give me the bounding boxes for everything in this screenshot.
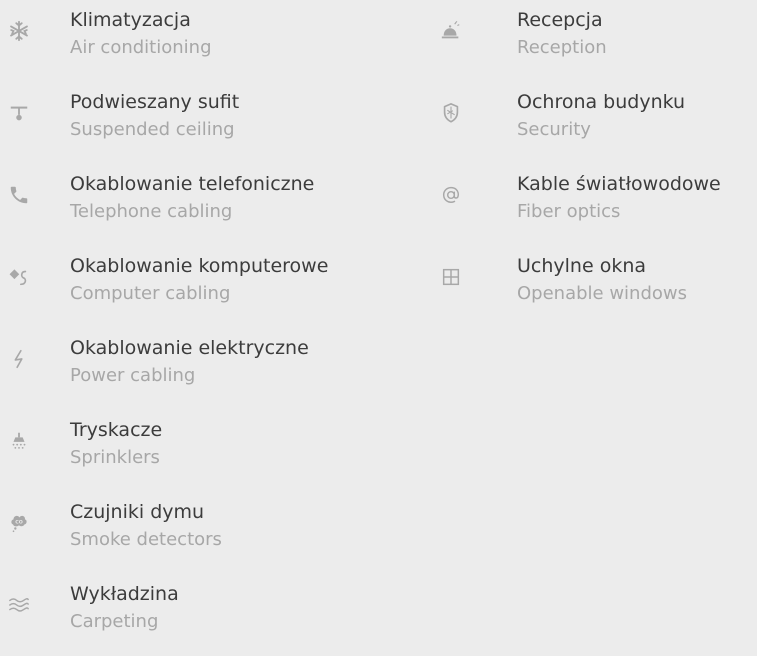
feature-subtitle: Suspended ceiling <box>70 119 235 140</box>
snowflake-icon <box>4 16 34 46</box>
feature-title: Okablowanie komputerowe <box>70 255 329 277</box>
feature-title: Okablowanie telefoniczne <box>70 173 315 195</box>
feature-subtitle: Computer cabling <box>70 283 231 304</box>
feature-fiber-optics: Kable światłowodowe Fiber optics <box>430 164 757 246</box>
feature-title: Czujniki dymu <box>70 501 205 523</box>
feature-subtitle: Carpeting <box>70 611 159 632</box>
feature-subtitle: Openable windows <box>517 283 687 304</box>
feature-subtitle: Sprinklers <box>70 447 160 468</box>
feature-title: Tryskacze <box>70 419 163 441</box>
window-icon <box>436 262 466 292</box>
feature-title: Kable światłowodowe <box>517 173 721 195</box>
feature-sprinklers: Tryskacze Sprinklers <box>0 410 430 492</box>
shield-icon <box>436 98 466 128</box>
feature-subtitle: Power cabling <box>70 365 196 386</box>
phone-icon <box>4 180 34 210</box>
feature-title: Podwieszany sufit <box>70 91 240 113</box>
feature-suspended-ceiling: Podwieszany sufit Suspended ceiling <box>0 82 430 164</box>
ceiling-lamp-icon <box>4 98 34 128</box>
feature-air-conditioning: Klimatyzacja Air conditioning <box>0 0 430 82</box>
feature-title: Okablowanie elektryczne <box>70 337 309 359</box>
feature-title: Ochrona budynku <box>517 91 686 113</box>
feature-title: Recepcja <box>517 9 603 31</box>
feature-reception: Recepcja Reception <box>430 0 757 82</box>
reception-bell-icon <box>436 16 466 46</box>
feature-title: Uchylne okna <box>517 255 647 277</box>
feature-carpeting: Wykładzina Carpeting <box>0 574 430 656</box>
lightning-icon <box>4 344 34 374</box>
waves-icon <box>4 590 34 620</box>
feature-subtitle: Telephone cabling <box>70 201 233 222</box>
feature-title: Klimatyzacja <box>70 9 191 31</box>
feature-smoke-detectors: CO Czujniki dymu Smoke detectors <box>0 492 430 574</box>
cable-plug-icon <box>4 262 34 292</box>
sprinkler-icon <box>4 426 34 456</box>
feature-subtitle: Smoke detectors <box>70 529 222 550</box>
feature-power-cabling: Okablowanie elektryczne Power cabling <box>0 328 430 410</box>
feature-openable-windows: Uchylne okna Openable windows <box>430 246 757 328</box>
feature-subtitle: Fiber optics <box>517 201 621 222</box>
features-left-column: Klimatyzacja Air conditioning Podwieszan… <box>0 0 430 656</box>
feature-subtitle: Air conditioning <box>70 37 212 58</box>
feature-security: Ochrona budynku Security <box>430 82 757 164</box>
feature-subtitle: Security <box>517 119 591 140</box>
features-right-column: Recepcja Reception Ochrona budynku Secur… <box>430 0 757 328</box>
at-sign-icon <box>436 180 466 210</box>
feature-subtitle: Reception <box>517 37 607 58</box>
feature-computer-cabling: Okablowanie komputerowe Computer cabling <box>0 246 430 328</box>
feature-telephone-cabling: Okablowanie telefoniczne Telephone cabli… <box>0 164 430 246</box>
smoke-detector-icon: CO <box>4 508 34 538</box>
feature-title: Wykładzina <box>70 583 179 605</box>
svg-text:CO: CO <box>15 519 23 525</box>
